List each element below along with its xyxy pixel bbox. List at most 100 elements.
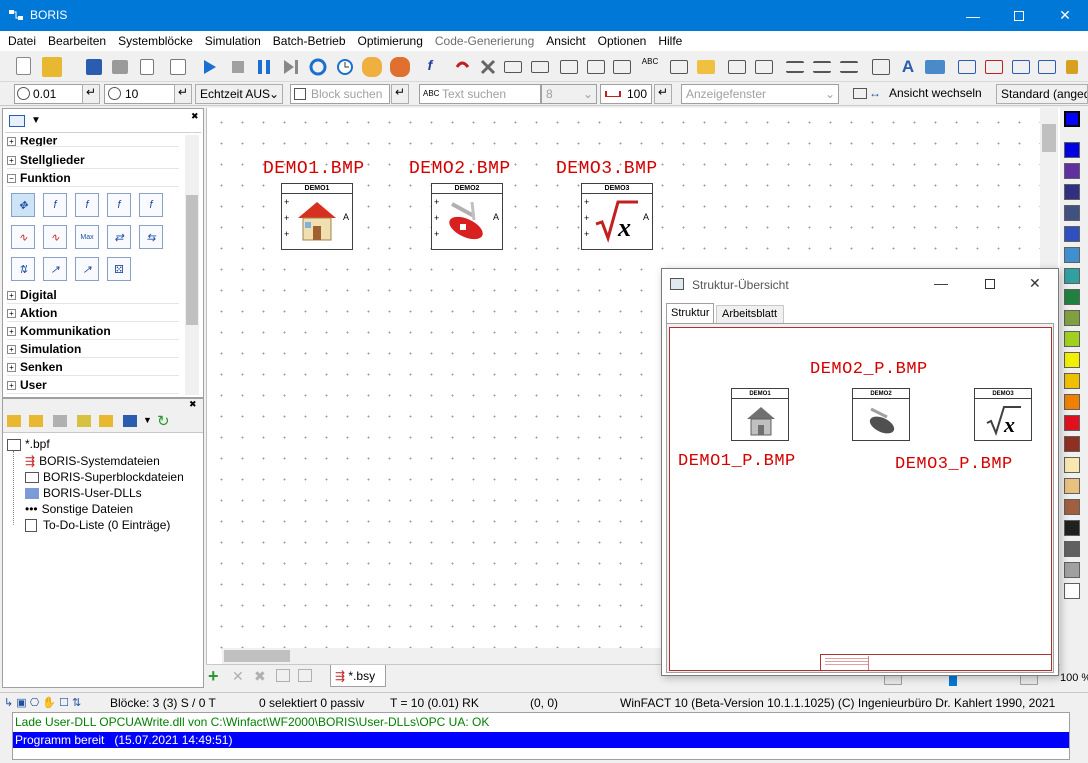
distribute-h-icon[interactable] bbox=[786, 61, 804, 73]
tree-item-superblockdateien[interactable]: BORIS-Superblockdateien bbox=[25, 470, 184, 484]
text-search-count-select[interactable]: 8 ⌄ bbox=[541, 84, 597, 104]
superblock-icon[interactable] bbox=[697, 60, 715, 74]
pause-icon[interactable] bbox=[254, 57, 274, 77]
delete-icon[interactable] bbox=[478, 57, 498, 77]
layout-1-icon[interactable] bbox=[958, 60, 976, 74]
input-port[interactable]: + bbox=[434, 198, 439, 207]
remove-icon[interactable]: ✕ bbox=[232, 668, 244, 685]
copy-icon[interactable] bbox=[276, 669, 290, 682]
hierarchy-icon[interactable] bbox=[755, 60, 773, 74]
block-demo2[interactable]: DEMO2 + + + A bbox=[431, 183, 503, 250]
undo-icon[interactable] bbox=[452, 57, 472, 77]
list-view-icon[interactable] bbox=[9, 115, 25, 127]
category-digital[interactable]: + Digital bbox=[7, 287, 179, 304]
dice-block-icon[interactable]: ⚄ bbox=[107, 257, 131, 281]
category-stellglieder[interactable]: + Stellglieder bbox=[7, 152, 179, 169]
print-icon[interactable] bbox=[112, 60, 128, 74]
align-icon[interactable] bbox=[587, 60, 605, 74]
menu-optimierung[interactable]: Optimierung bbox=[352, 34, 429, 48]
apply-zoom-button[interactable]: ↵ bbox=[654, 84, 672, 104]
text-icon[interactable]: A bbox=[898, 57, 918, 77]
scroll-thumb[interactable] bbox=[186, 195, 198, 325]
color-swatch[interactable] bbox=[1064, 268, 1080, 284]
color-swatch[interactable] bbox=[1064, 541, 1080, 557]
block-search-button[interactable]: ↵ bbox=[391, 84, 409, 104]
menu-hilfe[interactable]: Hilfe bbox=[652, 34, 688, 48]
display-window-select[interactable]: Anzeigefenster ⌄ bbox=[681, 84, 839, 104]
tab-arbeitsblatt[interactable]: Arbeitsblatt bbox=[716, 305, 784, 323]
clock-icon[interactable] bbox=[335, 57, 355, 77]
color-swatch[interactable] bbox=[1064, 247, 1080, 263]
window-icon[interactable] bbox=[1012, 60, 1030, 74]
color-swatch[interactable] bbox=[1064, 142, 1080, 158]
close-icon[interactable]: ✕ bbox=[1029, 275, 1041, 292]
wave-block-icon[interactable]: ∿ bbox=[43, 225, 67, 249]
color-swatch[interactable] bbox=[1064, 520, 1080, 536]
structure-sheet[interactable]: DEMO2_P.BMP DEMO1_P.BMP DEMO3_P.BMP DEMO… bbox=[669, 327, 1052, 671]
output-port[interactable]: A bbox=[643, 212, 649, 222]
panel-close-icon[interactable]: ✖ bbox=[191, 111, 199, 122]
maximize-icon[interactable] bbox=[985, 279, 995, 289]
add-icon[interactable]: + bbox=[208, 666, 219, 687]
tab-struktur[interactable]: Struktur bbox=[666, 303, 714, 323]
output-port[interactable]: A bbox=[493, 212, 499, 222]
standard-select[interactable]: Standard (angedo bbox=[996, 84, 1088, 104]
menu-simulation[interactable]: Simulation bbox=[199, 34, 267, 48]
input-port[interactable]: + bbox=[284, 230, 289, 239]
tree-item-sonstige[interactable]: ••• Sonstige Dateien bbox=[25, 502, 133, 516]
save-icon[interactable] bbox=[86, 59, 102, 75]
color-swatch[interactable] bbox=[1064, 310, 1080, 326]
distribute-icon[interactable] bbox=[840, 61, 858, 73]
color-swatch[interactable] bbox=[1064, 373, 1080, 389]
color-swatch[interactable] bbox=[1064, 562, 1080, 578]
apply-step-button[interactable]: ↵ bbox=[82, 84, 100, 104]
tree-item-todo[interactable]: To-Do-Liste (0 Einträge) bbox=[25, 518, 170, 533]
pointer-tool-icon[interactable]: ✥ bbox=[11, 193, 35, 217]
mini-block-demo2[interactable]: DEMO2 bbox=[852, 388, 910, 441]
export-image-icon[interactable] bbox=[170, 59, 186, 75]
ruler-icon[interactable] bbox=[872, 59, 890, 75]
maximize-button[interactable] bbox=[996, 0, 1042, 31]
input-port[interactable]: + bbox=[584, 230, 589, 239]
max-min-block-icon[interactable]: Max bbox=[75, 225, 99, 249]
page-setup-icon[interactable] bbox=[140, 59, 154, 75]
input-port[interactable]: + bbox=[434, 230, 439, 239]
hand-stop-icon[interactable] bbox=[390, 57, 410, 77]
menu-code-generierung[interactable]: Code-Generierung bbox=[429, 34, 540, 48]
open-folder-icon[interactable] bbox=[99, 415, 113, 427]
panel-icon[interactable] bbox=[1038, 60, 1056, 74]
menu-optionen[interactable]: Optionen bbox=[592, 34, 653, 48]
clear-icon[interactable]: ✖ bbox=[254, 668, 266, 685]
function-block-1-icon[interactable]: f bbox=[43, 193, 67, 217]
minimize-icon[interactable]: ― bbox=[934, 275, 948, 291]
group-icon[interactable] bbox=[670, 60, 688, 74]
layout-2-icon[interactable] bbox=[985, 60, 1003, 74]
chevron-down-icon[interactable]: ▼ bbox=[31, 115, 41, 126]
input-port[interactable]: + bbox=[434, 214, 439, 223]
mini-block-demo3[interactable]: DEMO3 x bbox=[974, 388, 1032, 441]
message-log[interactable]: Lade User-DLL OPCUAWrite.dll von C:\Winf… bbox=[12, 712, 1070, 760]
color-swatch[interactable] bbox=[1064, 457, 1080, 473]
workspace-hscrollbar[interactable] bbox=[222, 648, 662, 664]
block-demo3[interactable]: DEMO3 + + + A x bbox=[581, 183, 653, 250]
paste-block-icon[interactable] bbox=[560, 60, 578, 74]
category-funktion[interactable]: − Funktion bbox=[7, 170, 179, 187]
function-block-3-icon[interactable]: f bbox=[107, 193, 131, 217]
color-swatch[interactable] bbox=[1064, 205, 1080, 221]
stop-icon[interactable] bbox=[228, 57, 248, 77]
add-folder-icon[interactable] bbox=[7, 415, 21, 427]
lock-icon[interactable] bbox=[1066, 60, 1078, 74]
switch-view-button[interactable]: ↔ Ansicht wechseln bbox=[849, 84, 989, 104]
scroll-thumb[interactable] bbox=[1042, 124, 1056, 152]
mini-block-demo1[interactable]: DEMO1 bbox=[731, 388, 789, 441]
category-kommunikation[interactable]: + Kommunikation bbox=[7, 323, 179, 340]
color-swatch[interactable] bbox=[1064, 352, 1080, 368]
category-senken[interactable]: + Senken bbox=[7, 359, 179, 376]
input-port[interactable]: + bbox=[584, 198, 589, 207]
color-swatch[interactable] bbox=[1064, 499, 1080, 515]
curve-block-icon[interactable]: ∿ bbox=[11, 225, 35, 249]
remove-icon[interactable] bbox=[53, 415, 67, 427]
color-swatch[interactable] bbox=[1064, 478, 1080, 494]
color-swatch[interactable] bbox=[1064, 394, 1080, 410]
step-icon[interactable] bbox=[281, 57, 301, 77]
